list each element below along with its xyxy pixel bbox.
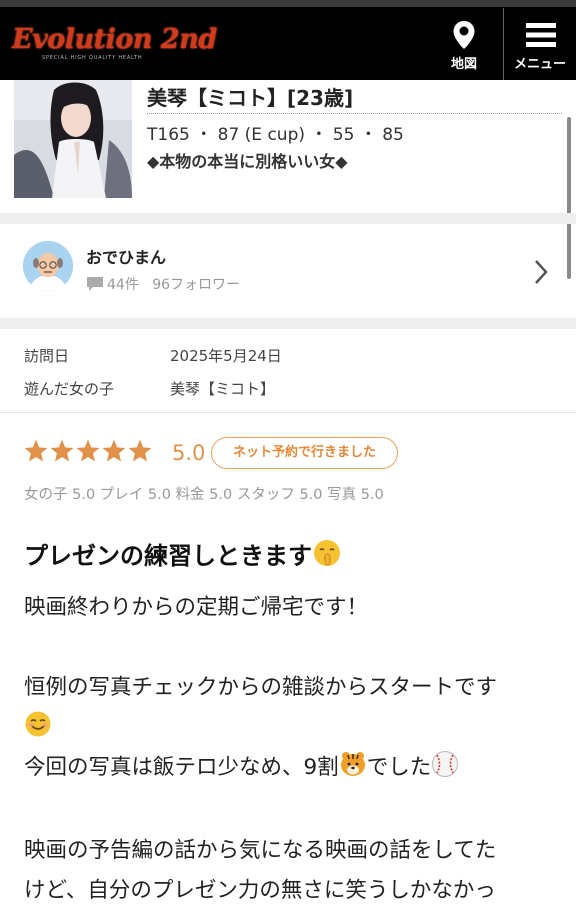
- rating-score: 5.0: [172, 441, 206, 465]
- review-line: けど、自分のプレゼン力の無さに笑うしかなかっ: [24, 878, 496, 903]
- review-line: 映画終わりからの定期ご帰宅です！: [24, 595, 369, 620]
- visited-girl-value: 美琴【ミコト】: [170, 380, 276, 398]
- reservation-badge: ネット予約で行きました: [211, 437, 398, 469]
- review-title-text: プレゼンの練習しときます: [24, 542, 312, 570]
- map-pin-icon: [453, 21, 475, 49]
- review-title: プレゼンの練習しときます: [24, 536, 342, 574]
- visited-girl-label: 遊んだ女の子: [24, 380, 115, 398]
- review-line: [24, 710, 52, 744]
- visit-date-label: 訪問日: [24, 347, 70, 365]
- chevron-right-icon[interactable]: [533, 259, 549, 289]
- comment-icon: [86, 276, 104, 296]
- menu-label: メニュー: [513, 57, 566, 72]
- map-button[interactable]: 地図: [428, 8, 500, 80]
- section-separator: [0, 213, 576, 224]
- category-scores: 女の子 5.0 プレイ 5.0 料金 5.0 スタッフ 5.0 写真 5.0: [24, 487, 384, 503]
- smiling-face-icon: [24, 710, 52, 744]
- reviewer-name: おでひまん: [86, 248, 167, 267]
- site-logo[interactable]: Evolution 2nd SPECIAL HIGH QUALITY HEALT…: [12, 24, 217, 64]
- logo-text: Evolution 2nd: [12, 24, 217, 55]
- star-icon: [128, 439, 152, 462]
- visit-date-value: 2025年5月24日: [170, 347, 282, 365]
- star-icon: [102, 439, 126, 462]
- reviewer-stats: 44件 96フォロワー: [86, 274, 240, 296]
- review-count: 44件: [107, 277, 139, 293]
- site-header: Evolution 2nd SPECIAL HIGH QUALITY HEALT…: [0, 0, 576, 80]
- logo-tagline: SPECIAL HIGH QUALITY HEALTH: [42, 55, 143, 61]
- review-line: 恒例の写真チェックからの雑談からスタートです: [24, 675, 498, 700]
- hamburger-icon: [526, 23, 556, 47]
- review-line-text: でした: [366, 755, 432, 780]
- follower-count: 96フォロワー: [152, 277, 241, 293]
- header-top-line: [0, 0, 576, 7]
- girl-name: 美琴【ミコト】[23歳]: [147, 86, 354, 110]
- star-icon: [76, 439, 100, 462]
- star-icon: [24, 439, 48, 462]
- review-line-text: 今回の写真は飯テロ少なめ、9割: [24, 755, 339, 780]
- avatar: [23, 241, 73, 291]
- divider: [0, 412, 576, 413]
- map-label: 地図: [450, 57, 477, 72]
- girl-profile-card[interactable]: 美琴【ミコト】[23歳] T165 ・ 87 (E cup) ・ 55 ・ 85…: [0, 80, 576, 213]
- shushing-face-icon: [312, 538, 342, 574]
- review-line: 今回の写真は飯テロ少なめ、9割 でした: [24, 750, 459, 784]
- menu-button[interactable]: メニュー: [503, 8, 576, 80]
- review-line: 映画の予告編の話から気になる映画の話をしてた: [24, 838, 497, 863]
- reviewer-row[interactable]: おでひまん 44件 96フォロワー: [0, 224, 576, 318]
- name-divider: [147, 113, 562, 114]
- girl-measurements: T165 ・ 87 (E cup) ・ 55 ・ 85: [147, 125, 404, 145]
- girl-photo[interactable]: [14, 80, 132, 198]
- girl-catchphrase: ◆本物の本当に別格いい女◆: [147, 152, 348, 171]
- baseball-icon: [431, 750, 459, 784]
- section-separator: [0, 318, 576, 329]
- tiger-face-icon: [339, 750, 367, 784]
- star-icon: [50, 439, 74, 462]
- star-rating: [23, 438, 153, 468]
